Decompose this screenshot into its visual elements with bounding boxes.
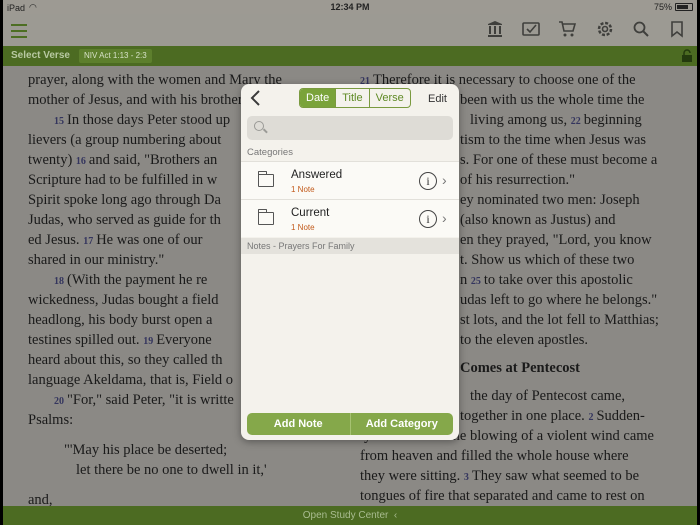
edit-button[interactable]: Edit (428, 93, 447, 105)
popover-header: Date Title Verse Edit (241, 84, 459, 114)
chevron-right-icon: › (442, 210, 447, 226)
lock-icon[interactable] (681, 49, 693, 63)
category-row-answered[interactable]: Answered 1 Note i › (241, 161, 459, 199)
menu-icon[interactable] (9, 20, 29, 40)
library-icon[interactable] (485, 20, 505, 40)
notes-section-header: Notes - Prayers For Family (241, 238, 459, 254)
verse-reference[interactable]: NIV Act 1:13 - 2:3 (79, 49, 152, 63)
folder-icon (257, 209, 274, 225)
toolbar (3, 14, 697, 46)
back-icon[interactable] (249, 89, 265, 109)
segment-verse[interactable]: Verse (368, 89, 410, 107)
segment-date[interactable]: Date (300, 89, 336, 107)
search-icon (254, 121, 264, 131)
add-category-button[interactable]: Add Category (349, 413, 453, 435)
status-time: 12:34 PM (330, 2, 370, 12)
chevron-right-icon: › (442, 172, 447, 188)
category-name: Current (291, 207, 330, 219)
battery-percent: 75% (653, 2, 672, 12)
scripture-quote-line: let there be no one to dwell in it,' (76, 462, 267, 478)
folder-icon (257, 171, 274, 187)
sort-segmented-control: Date Title Verse (299, 88, 411, 108)
status-bar: iPad ◠ 12:34 PM 75% (3, 0, 697, 14)
section-heading: Comes at Pentecost (460, 360, 580, 376)
open-study-center-label[interactable]: Open Study Center (303, 510, 389, 521)
scripture-line: and, (28, 492, 53, 506)
popover-footer: Add Note Add Category (247, 413, 453, 435)
study-center-bar[interactable]: Open Study Center ‹ (3, 506, 697, 525)
scripture-quote-line: "'May his place be deserted; (64, 442, 228, 458)
notes-search-input[interactable] (269, 119, 449, 137)
notes-search (247, 116, 453, 140)
settings-icon[interactable] (595, 20, 615, 40)
chevron-left-icon[interactable]: ‹ (391, 510, 397, 521)
search-icon[interactable] (631, 20, 651, 40)
info-icon[interactable]: i (419, 172, 437, 190)
category-count: 1 Note (291, 185, 315, 194)
scripture-line: from heaven and filled the whole house w… (360, 448, 629, 464)
verse-bar: Select Verse NIV Act 1:13 - 2:3 (3, 46, 697, 66)
notes-popover: Date Title Verse Edit Categories Answere… (241, 84, 459, 440)
add-note-button[interactable]: Add Note (247, 413, 350, 435)
battery-icon (675, 3, 693, 11)
notes-icon[interactable] (521, 20, 541, 40)
cart-icon[interactable] (557, 20, 577, 40)
scripture-line: tongues of fire that separated and came … (360, 488, 645, 504)
category-name: Answered (291, 169, 343, 181)
status-right: 75% (654, 2, 693, 12)
category-row-current[interactable]: Current 1 Note i › (241, 199, 459, 237)
categories-label: Categories (247, 147, 293, 158)
info-icon[interactable]: i (419, 210, 437, 228)
app-frame: iPad ◠ 12:34 PM 75% Select Verse NIV Act… (3, 0, 697, 525)
segment-title[interactable]: Title (335, 89, 368, 107)
bookmark-icon[interactable] (667, 20, 687, 40)
select-verse-button[interactable]: Select Verse (11, 50, 70, 61)
category-count: 1 Note (291, 223, 315, 232)
scripture-line: they were sitting. 3 They saw what seemed… (360, 468, 640, 484)
